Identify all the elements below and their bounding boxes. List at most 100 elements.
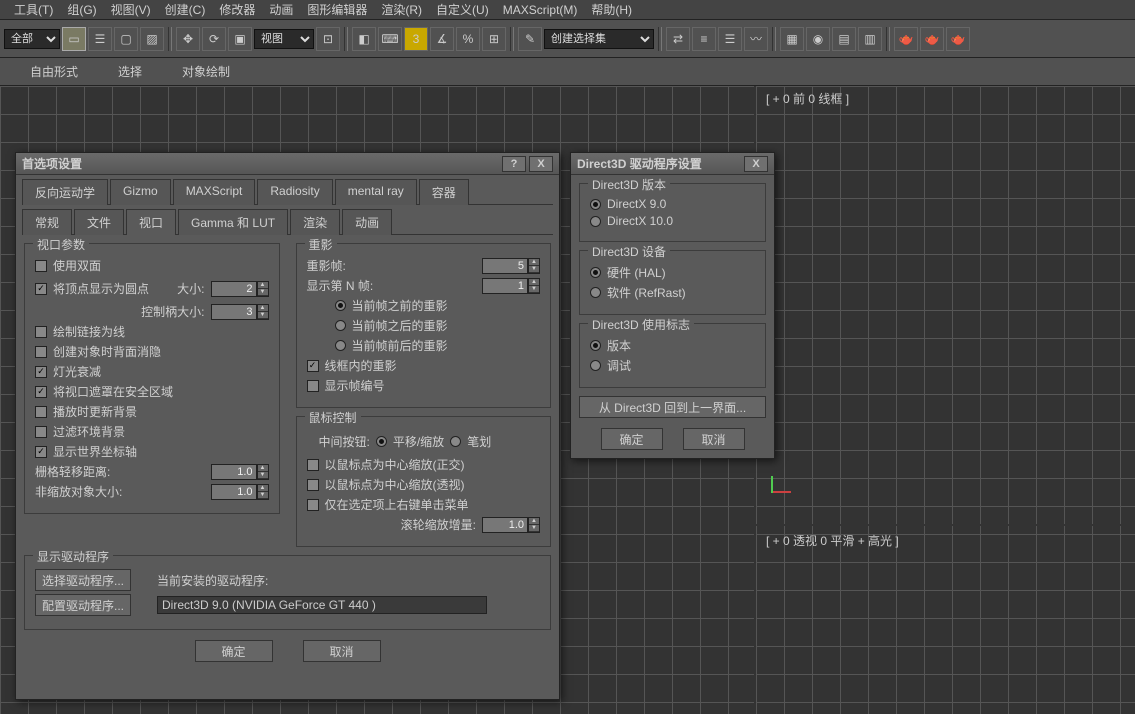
vertex-size-spinner[interactable]: ▲▼ <box>211 281 269 297</box>
menu-tools[interactable]: 工具(T) <box>8 1 59 18</box>
ref-coord-dropdown[interactable]: 视图 <box>254 29 314 49</box>
nudge-dist-spinner[interactable]: ▲▼ <box>211 464 269 480</box>
radio-stroke[interactable]: 笔划 <box>450 433 491 450</box>
viewport-label-front[interactable]: [ + 0 前 0 线框 ] <box>766 90 849 107</box>
ghost-n-spinner[interactable]: ▲▼ <box>482 278 540 294</box>
chk-light-atten[interactable]: 灯光衰减 <box>35 363 269 380</box>
ghost-frames-spinner[interactable]: ▲▼ <box>482 258 540 274</box>
menu-modifiers[interactable]: 修改器 <box>213 1 261 18</box>
menu-create[interactable]: 创建(C) <box>159 1 212 18</box>
named-selection-dropdown[interactable]: 创建选择集 <box>544 29 654 49</box>
render-prod-icon[interactable]: 🫖 <box>894 27 918 51</box>
chk-update-bg[interactable]: 播放时更新背景 <box>35 403 269 420</box>
choose-driver-button[interactable]: 选择驱动程序... <box>35 569 131 591</box>
tab-files[interactable]: 文件 <box>74 209 124 235</box>
selection-filter-dropdown[interactable]: 全部 <box>4 29 60 49</box>
handle-size-spinner[interactable]: ▲▼ <box>211 304 269 320</box>
tab-render[interactable]: 渲染 <box>290 209 340 235</box>
tab-gamma[interactable]: Gamma 和 LUT <box>178 209 288 235</box>
select-rect-icon[interactable]: ▢ <box>114 27 138 51</box>
align-icon[interactable]: ≡ <box>692 27 716 51</box>
d3d-close-button[interactable]: X <box>744 156 768 172</box>
chk-filter-bg[interactable]: 过滤环境背景 <box>35 423 269 440</box>
tab-ik[interactable]: 反向运动学 <box>22 179 108 205</box>
spinner-snap-icon[interactable]: ⊞ <box>482 27 506 51</box>
mirror-icon[interactable]: ⇄ <box>666 27 690 51</box>
tab-radiosity[interactable]: Radiosity <box>257 179 332 205</box>
render-active-icon[interactable]: 🫖 <box>946 27 970 51</box>
material-editor-icon[interactable]: ◉ <box>806 27 830 51</box>
ribbon-select[interactable]: 选择 <box>118 63 142 80</box>
render-setup-icon[interactable]: ▤ <box>832 27 856 51</box>
tab-anim[interactable]: 动画 <box>342 209 392 235</box>
d3d-cancel-button[interactable]: 取消 <box>683 428 745 450</box>
tab-gizmo[interactable]: Gizmo <box>110 179 171 205</box>
tab-maxscript[interactable]: MAXScript <box>173 179 256 205</box>
select-object-icon[interactable]: ▭ <box>62 27 86 51</box>
menu-render[interactable]: 渲染(R) <box>375 1 428 18</box>
menu-help[interactable]: 帮助(H) <box>585 1 638 18</box>
percent-snap-icon[interactable]: % <box>456 27 480 51</box>
wheel-inc-spinner[interactable]: ▲▼ <box>482 517 540 533</box>
prefs-cancel-button[interactable]: 取消 <box>303 640 381 662</box>
radio-flag-version[interactable]: 版本 <box>590 337 755 354</box>
chk-vert-as-dot[interactable]: 将顶点显示为圆点 <box>35 280 149 297</box>
radio-dx10[interactable]: DirectX 10.0 <box>590 214 755 228</box>
tab-mentalray[interactable]: mental ray <box>335 179 417 205</box>
chk-ghost-framenum[interactable]: 显示帧编号 <box>307 377 541 394</box>
rotate-icon[interactable]: ⟳ <box>202 27 226 51</box>
select-name-icon[interactable]: ☰ <box>88 27 112 51</box>
ribbon-freeform[interactable]: 自由形式 <box>30 63 78 80</box>
curve-editor-icon[interactable]: 〰 <box>744 27 768 51</box>
d3d-back-button[interactable]: 从 Direct3D 回到上一界面... <box>579 396 766 418</box>
tab-container[interactable]: 容器 <box>419 179 469 205</box>
snap-toggle-icon[interactable]: 3 <box>404 27 428 51</box>
window-crossing-icon[interactable]: ▨ <box>140 27 164 51</box>
menu-maxscript[interactable]: MAXScript(M) <box>497 3 584 17</box>
keyboard-shortcut-icon[interactable]: ⌨ <box>378 27 402 51</box>
menu-graph[interactable]: 图形编辑器 <box>301 1 373 18</box>
select-manip-icon[interactable]: ◧ <box>352 27 376 51</box>
radio-ghost-after[interactable]: 当前帧之后的重影 <box>335 317 541 334</box>
radio-dx9[interactable]: DirectX 9.0 <box>590 197 755 211</box>
scale-icon[interactable]: ▣ <box>228 27 252 51</box>
help-button[interactable]: ? <box>502 156 526 172</box>
radio-flag-debug[interactable]: 调试 <box>590 357 755 374</box>
chk-draw-links[interactable]: 绘制链接为线 <box>35 323 269 340</box>
radio-ghost-before[interactable]: 当前帧之前的重影 <box>335 297 541 314</box>
render-iter-icon[interactable]: 🫖 <box>920 27 944 51</box>
schematic-view-icon[interactable]: ▦ <box>780 27 804 51</box>
chk-backface[interactable]: 创建对象时背面消隐 <box>35 343 269 360</box>
tab-general[interactable]: 常规 <box>22 209 72 235</box>
chk-safe-frame[interactable]: 将视口遮罩在安全区域 <box>35 383 269 400</box>
move-icon[interactable]: ✥ <box>176 27 200 51</box>
chk-ortho-center[interactable]: 以鼠标点为中心缩放(正交) <box>307 456 541 473</box>
close-button[interactable]: X <box>529 156 553 172</box>
viewport-splitter-h[interactable] <box>754 524 1135 526</box>
viewport-label-persp[interactable]: [ + 0 透视 0 平滑 + 高光 ] <box>766 532 899 549</box>
menu-animation[interactable]: 动画 <box>263 1 299 18</box>
radio-ghost-both[interactable]: 当前帧前后的重影 <box>335 337 541 354</box>
d3d-ok-button[interactable]: 确定 <box>601 428 663 450</box>
ribbon-objpaint[interactable]: 对象绘制 <box>182 63 230 80</box>
chk-use-dual[interactable]: 使用双面 <box>35 257 269 274</box>
config-driver-button[interactable]: 配置驱动程序... <box>35 594 131 616</box>
rendered-frame-icon[interactable]: ▥ <box>858 27 882 51</box>
radio-hal[interactable]: 硬件 (HAL) <box>590 264 755 281</box>
menu-group[interactable]: 组(G) <box>61 1 102 18</box>
prefs-ok-button[interactable]: 确定 <box>195 640 273 662</box>
chk-persp-center[interactable]: 以鼠标点为中心缩放(透视) <box>307 476 541 493</box>
d3d-titlebar[interactable]: Direct3D 驱动程序设置 X <box>571 153 774 175</box>
chk-rclick-menu[interactable]: 仅在选定项上右键单击菜单 <box>307 496 541 513</box>
chk-show-axis[interactable]: 显示世界坐标轴 <box>35 443 269 460</box>
menu-custom[interactable]: 自定义(U) <box>430 1 495 18</box>
nonscale-spinner[interactable]: ▲▼ <box>211 484 269 500</box>
angle-snap-icon[interactable]: ∡ <box>430 27 454 51</box>
radio-refrast[interactable]: 软件 (RefRast) <box>590 284 755 301</box>
preferences-titlebar[interactable]: 首选项设置 ? X <box>16 153 559 175</box>
layers-icon[interactable]: ☰ <box>718 27 742 51</box>
chk-ghost-wire[interactable]: 线框内的重影 <box>307 357 541 374</box>
edit-named-sel-icon[interactable]: ✎ <box>518 27 542 51</box>
use-pivot-icon[interactable]: ⊡ <box>316 27 340 51</box>
radio-pan[interactable]: 平移/缩放 <box>376 433 444 450</box>
